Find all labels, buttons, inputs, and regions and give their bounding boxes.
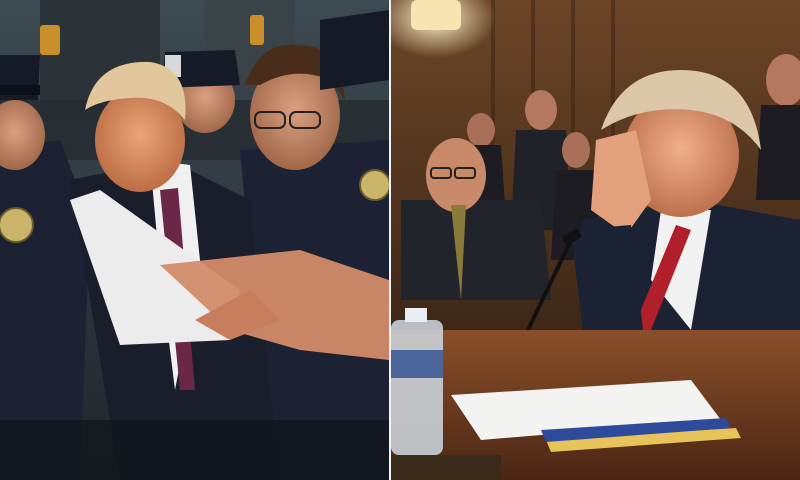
traffic-light-right: [250, 15, 264, 45]
seated-man-suit: [401, 200, 551, 300]
chandelier: [411, 0, 461, 30]
water-bottle-label: [391, 350, 443, 378]
foreground-shadow: [0, 420, 389, 480]
left-photo: [0, 0, 389, 480]
left-photo-panel: [0, 0, 391, 480]
officer-left-cap-band: [0, 85, 40, 95]
nameplate: [391, 455, 501, 480]
officer-left-shoulder-patch: [0, 207, 34, 243]
officer-right-shoulder-patch: [359, 169, 389, 201]
traffic-light-left: [40, 25, 60, 55]
right-photo-panel: [391, 0, 800, 480]
right-photo: [391, 0, 800, 480]
water-bottle-cap: [405, 308, 427, 322]
officer-far-right-cap: [320, 10, 389, 90]
image-composite: [0, 0, 800, 480]
water-bottle: [391, 320, 443, 455]
